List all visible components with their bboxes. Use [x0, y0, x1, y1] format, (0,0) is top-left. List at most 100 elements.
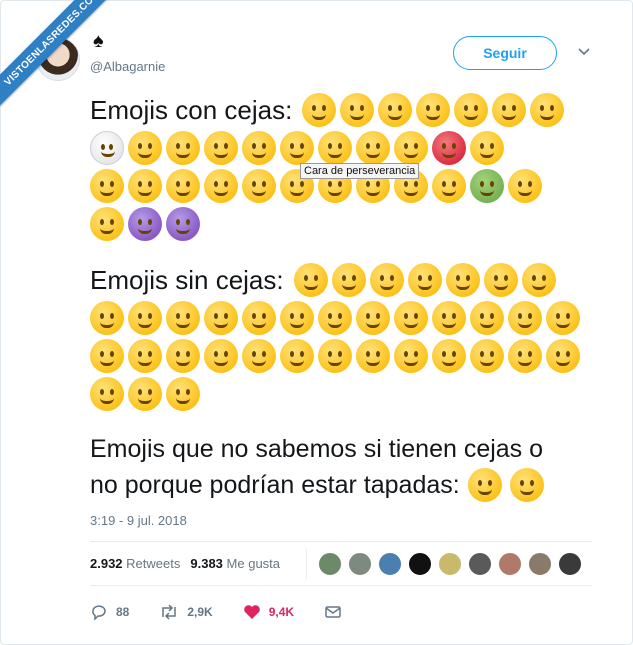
emoji-icon [356, 339, 390, 373]
emoji-icon [356, 131, 390, 165]
retweets-stat[interactable]: 2.932 Retweets [90, 556, 180, 571]
emoji-icon [340, 93, 375, 127]
emoji-icon [242, 301, 276, 335]
chevron-down-icon[interactable] [577, 44, 591, 58]
likers-avatars [318, 552, 582, 576]
tweet-text-section-3: Emojis que no sabemos si tienen cejas o … [90, 431, 544, 503]
likes-stat[interactable]: 9.383 Me gusta [190, 556, 280, 571]
emoji-icon [394, 339, 428, 373]
emoji-icon [394, 131, 428, 165]
emoji-icon [90, 377, 124, 411]
emoji-icon [470, 131, 504, 165]
emoji-icon [128, 377, 162, 411]
divider [90, 541, 592, 542]
emoji-row [293, 263, 556, 297]
emoji-icon [90, 339, 124, 373]
emoji-icon [242, 169, 276, 203]
emoji-row [90, 301, 580, 335]
emoji-icon [546, 339, 580, 373]
emoji-icon [280, 301, 314, 335]
emoji-icon [508, 301, 542, 335]
emoji-row [90, 339, 580, 373]
emoji-icon [521, 263, 556, 297]
emoji-row [90, 207, 564, 241]
section-2-label: Emojis sin cejas: [90, 265, 284, 295]
emoji-icon [166, 169, 200, 203]
emoji-icon [470, 301, 504, 335]
retweet-count: 2,9K [187, 605, 213, 619]
emoji-icon [204, 339, 238, 373]
emoji-icon [166, 339, 200, 373]
likes-label: Me gusta [226, 556, 281, 571]
emoji-icon [432, 301, 466, 335]
emoji-icon [432, 339, 466, 373]
emoji-icon [302, 93, 337, 127]
avatar[interactable] [528, 552, 552, 576]
like-count: 9,4K [268, 605, 295, 619]
emoji-icon [470, 169, 504, 203]
reply-icon [92, 605, 106, 621]
emoji-icon [508, 339, 542, 373]
tweet-timestamp[interactable]: 3:19 - 9 jul. 2018 [90, 513, 187, 528]
emoji-icon [204, 169, 238, 203]
emoji-icon [166, 207, 200, 241]
cowboy-emoji-icon [509, 468, 544, 502]
emoji-icon [369, 263, 404, 297]
emoji-tooltip: Cara de perseverancia [300, 163, 420, 179]
engagement-stats: 2.932 Retweets 9.383 Me gusta [90, 556, 280, 571]
avatar[interactable] [408, 552, 432, 576]
heart-icon [243, 605, 260, 619]
avatar[interactable] [438, 552, 462, 576]
emoji-icon [128, 169, 162, 203]
avatar[interactable] [558, 552, 582, 576]
emoji-icon [128, 301, 162, 335]
avatar[interactable] [498, 552, 522, 576]
emoji-icon [128, 207, 162, 241]
avatar[interactable] [348, 552, 372, 576]
tweet-actions: 88 2,9K 9,4K [90, 603, 342, 621]
emoji-icon [483, 263, 518, 297]
emoji-icon [318, 339, 352, 373]
reply-button[interactable]: 88 [90, 603, 129, 621]
retweet-button[interactable]: 2,9K [159, 603, 213, 621]
spade-icon: ♠ [93, 30, 104, 52]
emoji-icon [280, 339, 314, 373]
emoji-icon [416, 93, 451, 127]
follow-button[interactable]: Seguir [453, 36, 557, 70]
emoji-row [90, 377, 580, 411]
section-1-label: Emojis con cejas: [90, 95, 293, 125]
tweet-card: VISTOENLASREDES.COM ♠ @Albagarnie Seguir… [0, 0, 633, 645]
envelope-icon [325, 606, 341, 618]
emoji-icon [530, 93, 565, 127]
message-button[interactable] [324, 604, 342, 620]
emoji-icon [166, 131, 200, 165]
emoji-row [90, 131, 564, 165]
emoji-icon [394, 301, 428, 335]
emoji-icon [331, 263, 366, 297]
emoji-icon [318, 301, 352, 335]
divider [90, 585, 592, 586]
emoji-icon [432, 131, 466, 165]
avatar[interactable] [468, 552, 492, 576]
emoji-icon [280, 131, 314, 165]
emoji-icon [508, 169, 542, 203]
emoji-icon [546, 301, 580, 335]
emoji-icon [204, 131, 238, 165]
emoji-icon [242, 131, 276, 165]
emoji-icon [128, 339, 162, 373]
emoji-icon [378, 93, 413, 127]
emoji-icon [318, 131, 352, 165]
emoji-icon [204, 301, 238, 335]
avatar[interactable] [378, 552, 402, 576]
emoji-icon [454, 93, 489, 127]
emoji-row [302, 93, 565, 127]
user-handle[interactable]: @Albagarnie [90, 59, 165, 74]
reply-count: 88 [116, 605, 130, 619]
emoji-icon [356, 301, 390, 335]
likes-count: 9.383 [190, 556, 223, 571]
like-button[interactable]: 9,4K [243, 603, 294, 621]
emoji-icon [90, 301, 124, 335]
avatar[interactable] [318, 552, 342, 576]
emoji-icon [470, 339, 504, 373]
section-3-line-1: Emojis que no sabemos si tienen cejas o [90, 435, 544, 463]
